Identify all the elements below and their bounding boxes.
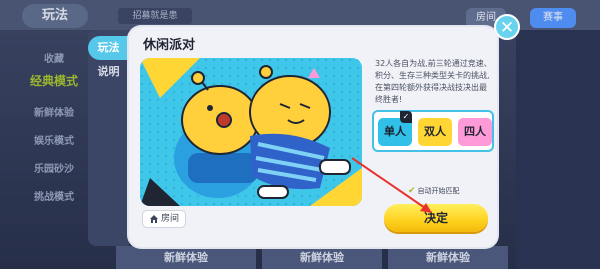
nav-favorites: 收藏 <box>44 54 64 65</box>
mode-description: 32人各自为战,前三轮通过竞速、积分、生存三种类型关卡的挑战,在第四轮额外获得决… <box>375 59 492 104</box>
nav-fun: 娱乐模式 <box>34 136 74 147</box>
nav-challenge: 挑战模式 <box>34 192 74 203</box>
event-button: 赛事 <box>530 8 576 28</box>
modal-side-tabs: 玩法 说明 <box>88 30 129 246</box>
auto-match-toggle[interactable]: ✔ 自动开始匹配 <box>408 186 460 196</box>
bottom-tab-1: 新鲜体验 <box>116 246 256 269</box>
confirm-button[interactable]: 决定 <box>384 204 488 232</box>
tab-instructions[interactable]: 说明 <box>88 60 129 84</box>
right-panel <box>516 30 600 269</box>
close-icon[interactable]: ✕ <box>494 14 520 40</box>
bottom-tab-2: 新鲜体验 <box>262 246 382 269</box>
bottom-tab-3: 新鲜体验 <box>388 246 508 269</box>
checkmark-icon: ✔ <box>408 186 416 196</box>
mode-duo-button[interactable]: 双人 <box>418 118 452 146</box>
tab-gameplay[interactable]: 玩法 <box>88 36 129 60</box>
room-button[interactable]: 房间 <box>142 210 186 228</box>
room-button-label: 房间 <box>160 214 179 224</box>
check-icon: ✓ <box>400 111 412 123</box>
mode-quad-button[interactable]: 四人 <box>458 118 492 146</box>
nav-park: 乐园砂沙 <box>34 164 74 175</box>
page-title: 玩法 <box>22 4 88 28</box>
mode-illustration <box>140 58 362 206</box>
house-icon <box>149 215 158 223</box>
dialog-title: 休闲派对 <box>143 38 196 53</box>
nav-classic: 经典模式 <box>29 74 78 88</box>
auto-match-label: 自动开始匹配 <box>417 187 460 195</box>
nav-fresh: 新鲜体验 <box>34 108 74 119</box>
recruit-badge: 招募就是患 <box>118 8 192 24</box>
left-nav: 收藏 经典模式 新鲜体验 娱乐模式 乐园砂沙 挑战模式 <box>0 40 86 269</box>
